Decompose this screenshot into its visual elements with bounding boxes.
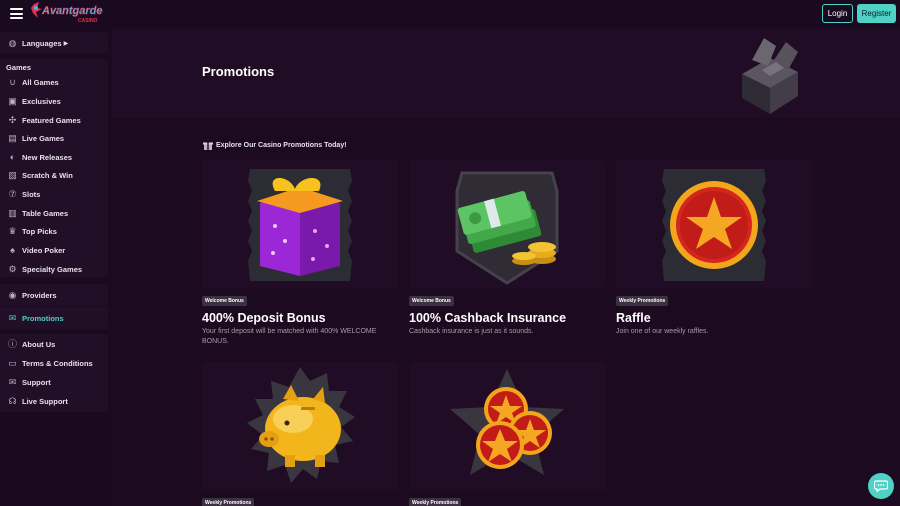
promo-badge: Welcome Bonus — [409, 296, 454, 306]
sidebar-item-label: Providers — [22, 290, 57, 300]
scratch-icon: ▧ — [8, 169, 17, 180]
promo-thumb — [202, 362, 398, 491]
gift-icon — [203, 142, 213, 150]
mail-icon: ✉ — [8, 376, 17, 387]
promo-description: Join one of our weekly raffles. — [616, 328, 709, 335]
sidebar-item-label: Featured Games — [22, 115, 81, 125]
gear-icon: ⚙ — [8, 263, 17, 274]
document-icon: ▭ — [8, 357, 17, 368]
sidebar-item-specialty-games[interactable]: ⚙ Specialty Games — [0, 260, 108, 278]
sidebar-item-exclusives[interactable]: ▣ Exclusives — [0, 92, 108, 110]
games-heading: Games — [6, 63, 32, 72]
sidebar-item-label: Live Games — [22, 133, 65, 143]
cards-icon: ▤ — [8, 132, 17, 143]
cash-stack-icon — [455, 171, 559, 285]
gift-box-illustration — [742, 38, 798, 114]
globe-icon: ◍ — [8, 37, 17, 48]
sidebar-item-terms[interactable]: ▭ Terms & Conditions — [0, 354, 108, 372]
promo-title: 100% Cashback Insurance — [409, 311, 567, 325]
sidebar-item-table-games[interactable]: ▥ Table Games — [0, 204, 108, 222]
sidebar-item-label: Exclusives — [22, 96, 61, 106]
promo-title: Raffle — [616, 311, 651, 325]
sidebar-item-label: Live Support — [22, 396, 68, 406]
sidebar: ◍ Languages ▶ Games ∪ All Games ▣ Exclusi… — [0, 28, 108, 506]
promo-title: 400% Deposit Bonus — [202, 311, 326, 325]
explore-text: Explore Our Casino Promotions Today! — [216, 141, 347, 149]
promo-badge: Weekly Promotions — [616, 296, 669, 306]
info-icon: ⓘ — [7, 338, 17, 349]
horseshoe-icon: ∪ — [9, 76, 16, 87]
sidebar-item-promotions[interactable]: ✉ Promotions — [0, 309, 108, 327]
poker-icon: ♠ — [10, 244, 15, 255]
promo-description: Cashback insurance is just as it sounds. — [409, 328, 534, 335]
sidebar-item-label: Slots — [22, 189, 41, 199]
logo-text: Avantgarde — [41, 5, 103, 17]
exclusive-icon: ▣ — [8, 95, 17, 106]
hero-banner: Promotions — [112, 28, 900, 118]
sidebar-item-featured-games[interactable]: ✣ Featured Games — [0, 111, 108, 129]
gift-box-icon — [248, 168, 352, 281]
providers-icon: ◉ — [8, 289, 17, 300]
register-button[interactable]: Register — [857, 4, 896, 23]
sidebar-item-live-support[interactable]: ☊ Live Support — [0, 392, 108, 410]
sidebar-item-label: Table Games — [22, 208, 69, 218]
sidebar-item-languages[interactable]: ◍ Languages ▶ — [0, 34, 108, 52]
sidebar-item-label: New Releases — [22, 152, 73, 162]
sidebar-item-scratch-win[interactable]: ▧ Scratch & Win — [0, 166, 108, 184]
promo-card-cashback[interactable]: Welcome Bonus 100% Cashback Insurance Ca… — [409, 160, 605, 337]
sidebar-item-label: Terms & Conditions — [22, 358, 93, 368]
chat-button[interactable] — [868, 473, 894, 499]
trophy-icon: ♛ — [8, 225, 17, 236]
menu-icon[interactable] — [10, 8, 23, 19]
sidebar-item-label: Specialty Games — [22, 264, 83, 274]
promo-description: Your first deposit will be matched with … — [202, 328, 377, 345]
promo-thumb — [616, 160, 812, 289]
sidebar-item-label: Support — [22, 377, 51, 387]
sidebar-item-all-games[interactable]: ∪ All Games — [0, 73, 108, 91]
logo-subtext: CASINO — [78, 18, 98, 24]
promo-thumb — [409, 362, 605, 491]
sidebar-item-new-releases[interactable]: ◐ New Releases — [0, 148, 108, 166]
sidebar-item-slots[interactable]: ⑦ Slots — [0, 185, 108, 203]
sidebar-item-label: Video Poker — [22, 245, 66, 255]
sidebar-item-label: About Us — [22, 339, 56, 349]
sidebar-item-label: Top Picks — [22, 226, 57, 236]
promo-card-piggy[interactable]: Weekly Promotions — [202, 362, 398, 506]
new-icon: ◐ — [9, 151, 16, 162]
sidebar-item-label: All Games — [22, 77, 59, 87]
caret-right-icon: ▶ — [63, 40, 69, 47]
promo-thumb — [409, 160, 605, 289]
promo-badge: Weekly Promotions — [202, 498, 255, 506]
explore-heading: Explore Our Casino Promotions Today! — [203, 140, 347, 150]
promo-badge: Weekly Promotions — [409, 498, 462, 506]
star-coin-icon — [662, 168, 766, 281]
sidebar-item-label: Promotions — [22, 313, 64, 323]
sidebar-item-support[interactable]: ✉ Support — [0, 373, 108, 391]
star-coins-icon — [450, 368, 564, 475]
headset-icon: ☊ — [8, 395, 17, 406]
gift-icon: ✉ — [8, 312, 17, 323]
promo-thumb — [202, 160, 398, 289]
sidebar-item-label: Languages — [22, 38, 62, 48]
sidebar-item-video-poker[interactable]: ♠ Video Poker — [0, 241, 108, 259]
promo-card-deposit-bonus[interactable]: Welcome Bonus 400% Deposit Bonus Your fi… — [202, 160, 398, 347]
login-button[interactable]: Login — [822, 4, 853, 23]
casino-logo[interactable]: Avantgarde CASINO — [30, 0, 105, 28]
slots-icon: ⑦ — [8, 188, 17, 199]
promo-card-raffle[interactable]: Weekly Promotions Raffle Join one of our… — [616, 160, 812, 337]
sidebar-item-providers[interactable]: ◉ Providers — [0, 286, 108, 304]
sidebar-item-live-games[interactable]: ▤ Live Games — [0, 129, 108, 147]
piggy-bank-icon — [247, 366, 355, 483]
promo-badge: Welcome Bonus — [202, 296, 247, 306]
table-icon: ▥ — [8, 207, 17, 218]
promo-card-coins[interactable]: Weekly Promotions — [409, 362, 605, 506]
top-bar: Avantgarde CASINO Login Register — [0, 0, 900, 28]
page-title: Promotions — [202, 64, 275, 79]
chat-icon — [874, 480, 888, 492]
sidebar-item-label: Scratch & Win — [22, 170, 73, 180]
sidebar-item-about-us[interactable]: ⓘ About Us — [0, 335, 108, 353]
sidebar-item-top-picks[interactable]: ♛ Top Picks — [0, 222, 108, 240]
puzzle-icon: ✣ — [8, 114, 17, 125]
